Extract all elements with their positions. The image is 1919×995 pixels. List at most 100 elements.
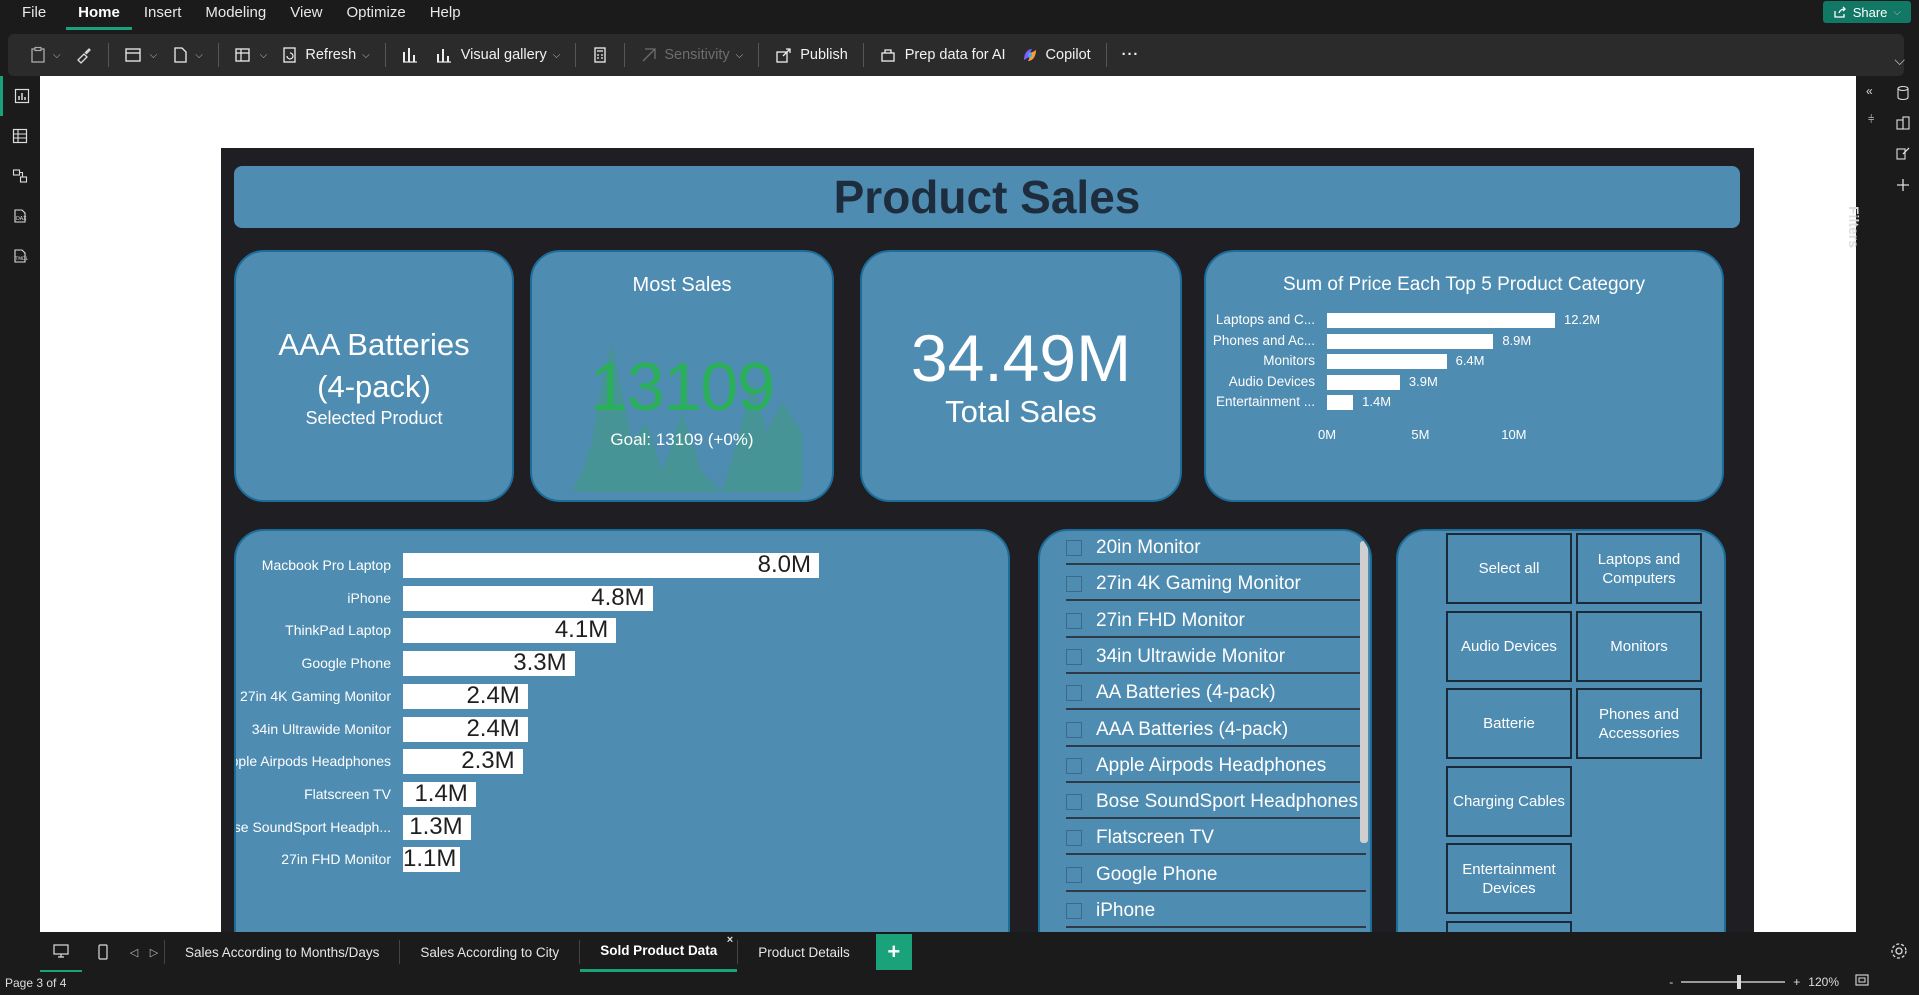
category-tile-slicer[interactable]: Select all Laptops and Computers Audio Dev… [1396, 529, 1726, 991]
list-item[interactable]: 27in FHD Monitor [1066, 606, 1366, 638]
paste-button[interactable]: ⌵ [22, 40, 68, 70]
selected-product-card[interactable]: AAA Batteries (4-pack) Selected Product [234, 250, 514, 502]
list-item[interactable]: Google Phone [1066, 860, 1366, 892]
category-tile[interactable]: Phones and Accessories [1576, 688, 1702, 759]
zoom-slider-thumb[interactable] [1737, 974, 1742, 989]
copilot-button[interactable]: Copilot [1013, 40, 1098, 70]
checkbox[interactable] [1066, 757, 1082, 774]
sensitivity-button[interactable]: Sensitivity ⌵ [633, 40, 750, 70]
tab-scroll-right-icon[interactable]: ▷ [144, 946, 164, 959]
checkbox[interactable] [1066, 866, 1082, 883]
zoom-slider[interactable] [1681, 974, 1786, 989]
list-item[interactable]: 27in 4K Gaming Monitor [1066, 569, 1366, 602]
format-painter-button[interactable] [68, 40, 100, 70]
checkbox[interactable] [1066, 721, 1082, 738]
tab-scroll-left-icon[interactable]: ◁ [124, 946, 144, 959]
refresh-button[interactable]: Refresh ⌵ [274, 40, 376, 70]
list-item[interactable]: Apple Airpods Headphones [1066, 751, 1366, 783]
visualizations-pane-icon[interactable] [1890, 110, 1916, 136]
add-page-button[interactable]: + [875, 934, 912, 970]
list-item[interactable]: iPhone [1066, 896, 1366, 928]
category-tile[interactable]: Monitors [1576, 610, 1702, 682]
product-sales-bar-chart[interactable]: Macbook Pro Laptop 8.0M iPhone 4.8M ThinkPad… [234, 529, 1010, 991]
total-sales-card[interactable]: 34.49M Total Sales [860, 250, 1182, 502]
product-list-slicer[interactable]: 20in Monitor 27in 4K Gaming Monitor 27in F… [1038, 529, 1372, 991]
menu-modeling[interactable]: Modeling [193, 0, 278, 30]
tab-sold-product-data[interactable]: Sold Product Data × [580, 932, 738, 972]
list-item[interactable]: AAA Batteries (4-pack) [1066, 715, 1366, 747]
menu-file[interactable]: File [0, 0, 66, 30]
get-data-button[interactable]: ⌵ [117, 40, 165, 70]
checkbox[interactable] [1066, 540, 1082, 556]
list-scrollbar[interactable] [1360, 541, 1368, 843]
report-page: Product Sales AAA Batteries (4-pack) Sel… [221, 148, 1754, 995]
filters-pane-collapsed[interactable]: « ⫩ Filters [1846, 76, 1886, 932]
report-view-icon[interactable] [0, 76, 40, 116]
desktop-layout-icon[interactable] [40, 932, 82, 972]
menu-optimize[interactable]: Optimize [335, 0, 418, 30]
menu-view[interactable]: View [278, 0, 334, 30]
menu-help[interactable]: Help [418, 0, 473, 30]
category-tile[interactable]: Select all [1446, 533, 1572, 604]
tmdl-view-icon[interactable]: TMDL [0, 236, 40, 276]
format-pane-icon[interactable] [1890, 140, 1916, 166]
category-bar[interactable] [1327, 333, 1494, 349]
transform-data-button[interactable]: ⌵ [227, 40, 275, 70]
share-button[interactable]: Share ⌵ [1822, 1, 1911, 23]
model-view-icon[interactable] [0, 156, 40, 196]
checkbox[interactable] [1066, 830, 1082, 847]
expand-filters-icon[interactable]: « [1866, 84, 1873, 98]
close-tab-icon[interactable]: × [727, 934, 733, 946]
list-item[interactable]: Flatscreen TV [1066, 823, 1366, 856]
category-bar[interactable] [1327, 313, 1555, 328]
fit-page-icon[interactable] [1855, 974, 1869, 989]
most-sales-kpi[interactable]: Most Sales 13109 Goal: 13109 (+0%) [530, 250, 834, 502]
checkbox[interactable] [1066, 648, 1082, 665]
checkbox[interactable] [1066, 794, 1082, 811]
list-item[interactable]: AA Batteries (4-pack) [1066, 678, 1366, 711]
list-item-label: Flatscreen TV [1096, 827, 1214, 849]
list-item[interactable]: 34in Ultrawide Monitor [1066, 642, 1366, 674]
new-visual-button[interactable] [394, 40, 428, 70]
category-tile[interactable]: Audio Devices [1446, 610, 1572, 682]
data-pane-icon[interactable] [1890, 80, 1916, 106]
checkbox[interactable] [1066, 685, 1082, 702]
list-item[interactable]: 20in Monitor [1066, 533, 1366, 565]
tab-sales-months-days[interactable]: Sales According to Months/Days [165, 932, 399, 972]
settings-icon[interactable] [1890, 942, 1908, 965]
list-item[interactable]: Bose SoundSport Headphones [1066, 787, 1366, 820]
category-tile[interactable]: Charging Cables [1446, 765, 1572, 837]
zoom-in-button[interactable]: + [1793, 975, 1800, 989]
checkbox[interactable] [1066, 576, 1082, 593]
category-price-chart[interactable]: Sum of Price Each Top 5 Product Category… [1204, 250, 1724, 502]
category-bar[interactable] [1327, 395, 1354, 410]
visual-gallery-button[interactable]: Visual gallery ⌵ [428, 40, 568, 70]
table-view-icon[interactable] [0, 116, 40, 156]
collapse-ribbon-icon[interactable]: ⌵ [1894, 52, 1905, 69]
mobile-layout-icon[interactable] [82, 932, 124, 972]
power-bi-window: File Home Insert Modeling View Optimize … [0, 0, 1919, 995]
tab-sales-city[interactable]: Sales According to City [400, 932, 579, 972]
category-bar[interactable] [1327, 354, 1447, 369]
checkbox[interactable] [1066, 903, 1082, 919]
category-bar[interactable] [1327, 374, 1400, 390]
category-tile[interactable]: Laptops and Computers [1576, 533, 1702, 604]
prep-data-ai-button[interactable]: Prep data for AI [872, 40, 1013, 70]
menu-insert[interactable]: Insert [132, 0, 194, 30]
recent-sources-button[interactable]: ⌵ [164, 40, 210, 70]
category-tile[interactable]: Entertainment Devices [1446, 843, 1572, 914]
more-options-button[interactable]: ··· [1115, 40, 1147, 70]
chevron-down-icon: ⌵ [259, 49, 268, 61]
calculator-button[interactable] [584, 40, 616, 70]
add-pane-icon[interactable] [1890, 172, 1916, 198]
checkbox[interactable] [1066, 612, 1082, 629]
product-axis-label: 27in FHD Monitor [281, 851, 391, 868]
dax-query-icon[interactable]: DAX [0, 196, 40, 236]
tab-product-details[interactable]: Product Details [738, 932, 870, 972]
zoom-out-button[interactable]: - [1669, 975, 1673, 989]
prep-ai-icon [881, 49, 895, 62]
menu-home[interactable]: Home [66, 0, 132, 30]
category-tile[interactable]: Batterie [1446, 688, 1572, 759]
page-title-banner[interactable]: Product Sales [234, 166, 1740, 228]
publish-button[interactable]: Publish [767, 40, 855, 70]
